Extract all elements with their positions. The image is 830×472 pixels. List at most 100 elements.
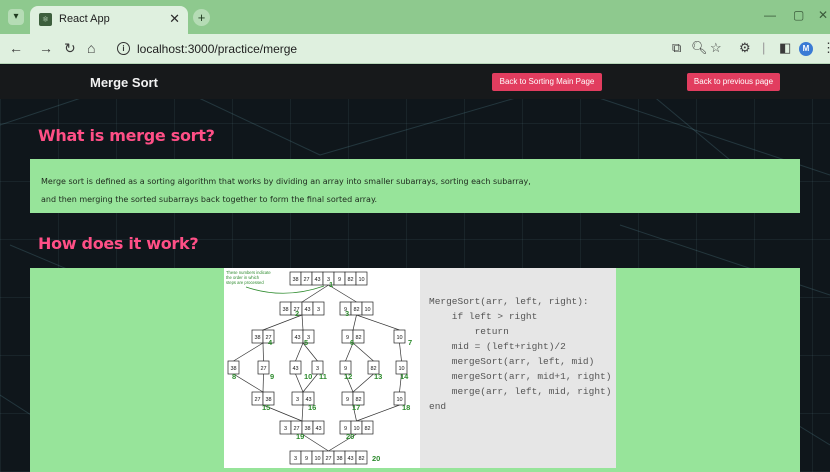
array-cell-value: 82: [358, 456, 364, 462]
back-to-sorting-button[interactable]: Back to Sorting Main Page: [492, 73, 602, 91]
merge-sort-diagram-svg: 38 27 43 3 9 82 1038 27 43 3 9 82 1038 27 43 3 9 82 1038 27…: [226, 270, 412, 465]
step-number-label: 1: [329, 280, 333, 289]
browser-toolbar: ← → ↻ ⌂ i localhost:3000/practice/merge …: [0, 34, 830, 64]
browser-tab[interactable]: ⚛ React App ✕: [30, 6, 188, 34]
profile-avatar[interactable]: M: [799, 42, 813, 56]
step-number-label: 15: [262, 403, 270, 412]
home-icon[interactable]: ⌂: [87, 40, 95, 56]
array-cell-value: 10: [358, 277, 364, 283]
array-cell-value: 82: [347, 277, 353, 283]
array-cell-value: 3: [296, 397, 299, 403]
address-bar[interactable]: i localhost:3000/practice/merge: [110, 38, 650, 60]
pseudocode-text: MergeSort(arr, left, right): if left > r…: [429, 294, 611, 414]
step-number-label: 20: [372, 454, 380, 463]
browser-menu-icon[interactable]: ⋮: [822, 40, 830, 56]
forward-arrow-icon[interactable]: →: [39, 40, 53, 56]
step-number-label: 12: [344, 372, 352, 381]
step-number-label: 3: [345, 309, 349, 318]
code-line: mid = (left+right)/2: [429, 341, 566, 352]
step-number-label: 9: [270, 372, 274, 381]
share-icon[interactable]: ⧉: [672, 40, 681, 56]
step-number-label: 20: [346, 432, 354, 441]
tab-search-chevron-icon[interactable]: ▾: [8, 9, 24, 25]
array-cell-value: 3: [284, 426, 287, 432]
definition-text: Merge sort is defined as a sorting algor…: [41, 173, 781, 209]
restore-icon[interactable]: ▢: [793, 8, 804, 22]
array-cell-value: 9: [346, 397, 349, 403]
back-to-previous-button[interactable]: Back to previous page: [687, 73, 780, 91]
tree-edge: [352, 373, 374, 393]
tree-edge: [233, 373, 264, 393]
step-number-label: 17: [352, 403, 360, 412]
array-cell-value: 27: [260, 366, 266, 372]
page-content: Merge Sort Back to Sorting Main Page Bac…: [0, 65, 830, 472]
bookmark-star-icon[interactable]: ☆: [710, 40, 722, 56]
step-number-label: 8: [232, 372, 236, 381]
side-panel-icon[interactable]: ◧: [779, 40, 791, 56]
close-window-icon[interactable]: ✕: [818, 8, 828, 22]
code-line: end: [429, 401, 447, 412]
tree-edge: [301, 314, 304, 331]
toolbar-divider: |: [762, 40, 766, 55]
tree-edge: [301, 284, 329, 303]
back-arrow-icon[interactable]: ←: [9, 40, 23, 56]
array-cell-value: 27: [325, 456, 331, 462]
array-cell-value: 9: [346, 335, 349, 341]
array-cell-value: 82: [355, 335, 361, 341]
step-number-label: 10: [304, 372, 312, 381]
tree-edge: [352, 342, 374, 362]
code-line: return: [429, 326, 509, 337]
array-cell-value: 38: [304, 426, 310, 432]
reload-icon[interactable]: ↻: [64, 40, 76, 57]
minimize-icon[interactable]: —: [764, 8, 776, 22]
tree-edge: [301, 433, 329, 452]
code-line: merge(arr, left, mid, right): [429, 386, 612, 397]
array-cell-value: 38: [282, 307, 288, 313]
step-number-label: 5: [304, 338, 308, 347]
array-cell-value: 10: [396, 335, 402, 341]
code-line: mergeSort(arr, mid+1, right): [429, 371, 612, 382]
tree-edge: [352, 314, 357, 331]
array-cell-value: 43: [294, 335, 300, 341]
step-number-label: 6: [350, 338, 354, 347]
array-cell-value: 82: [364, 426, 370, 432]
extensions-icon[interactable]: ⚙: [739, 40, 751, 56]
array-cell-value: 38: [292, 277, 298, 283]
tree-edge: [262, 373, 264, 393]
tree-edge: [399, 342, 402, 362]
tree-edge: [356, 404, 400, 422]
array-cell-value: 10: [353, 426, 359, 432]
array-cell-value: 43: [315, 426, 321, 432]
tree-edge: [295, 373, 304, 393]
array-cell-value: 43: [314, 277, 320, 283]
step-number-label: 13: [374, 372, 382, 381]
array-cell-value: 43: [292, 366, 298, 372]
code-line: mergeSort(arr, left, mid): [429, 356, 595, 367]
array-cell-value: 82: [353, 307, 359, 313]
definition-box: Merge sort is defined as a sorting algor…: [30, 159, 800, 213]
tree-edge: [356, 314, 400, 331]
definition-line-2: and then merging the sorted subarrays ba…: [41, 195, 378, 204]
tree-edge: [301, 404, 304, 422]
step-number-label: 11: [319, 372, 327, 381]
array-cell-value: 27: [254, 397, 260, 403]
new-tab-plus-icon[interactable]: +: [193, 9, 210, 26]
array-cell-value: 9: [305, 456, 308, 462]
url-text[interactable]: localhost:3000/practice/merge: [137, 42, 297, 56]
tree-edge: [262, 342, 264, 362]
tree-edge: [233, 342, 264, 362]
code-line: if left > right: [429, 311, 538, 322]
array-cell-value: 10: [314, 456, 320, 462]
array-cell-value: 9: [338, 277, 341, 283]
step-number-label: 19: [296, 432, 304, 441]
diagram-note-text: steps are processed: [226, 280, 264, 285]
step-number-label: 14: [400, 372, 409, 381]
zoom-icon[interactable]: 🔍︎: [691, 40, 708, 56]
tab-close-icon[interactable]: ✕: [169, 11, 180, 27]
how-does-it-work-heading: How does it work?: [38, 234, 199, 253]
step-number-label: 16: [308, 403, 316, 412]
site-info-icon[interactable]: i: [117, 42, 130, 55]
navbar-brand[interactable]: Merge Sort: [90, 75, 158, 90]
step-number-label: 2: [295, 309, 299, 318]
react-favicon-icon: ⚛: [39, 13, 52, 26]
